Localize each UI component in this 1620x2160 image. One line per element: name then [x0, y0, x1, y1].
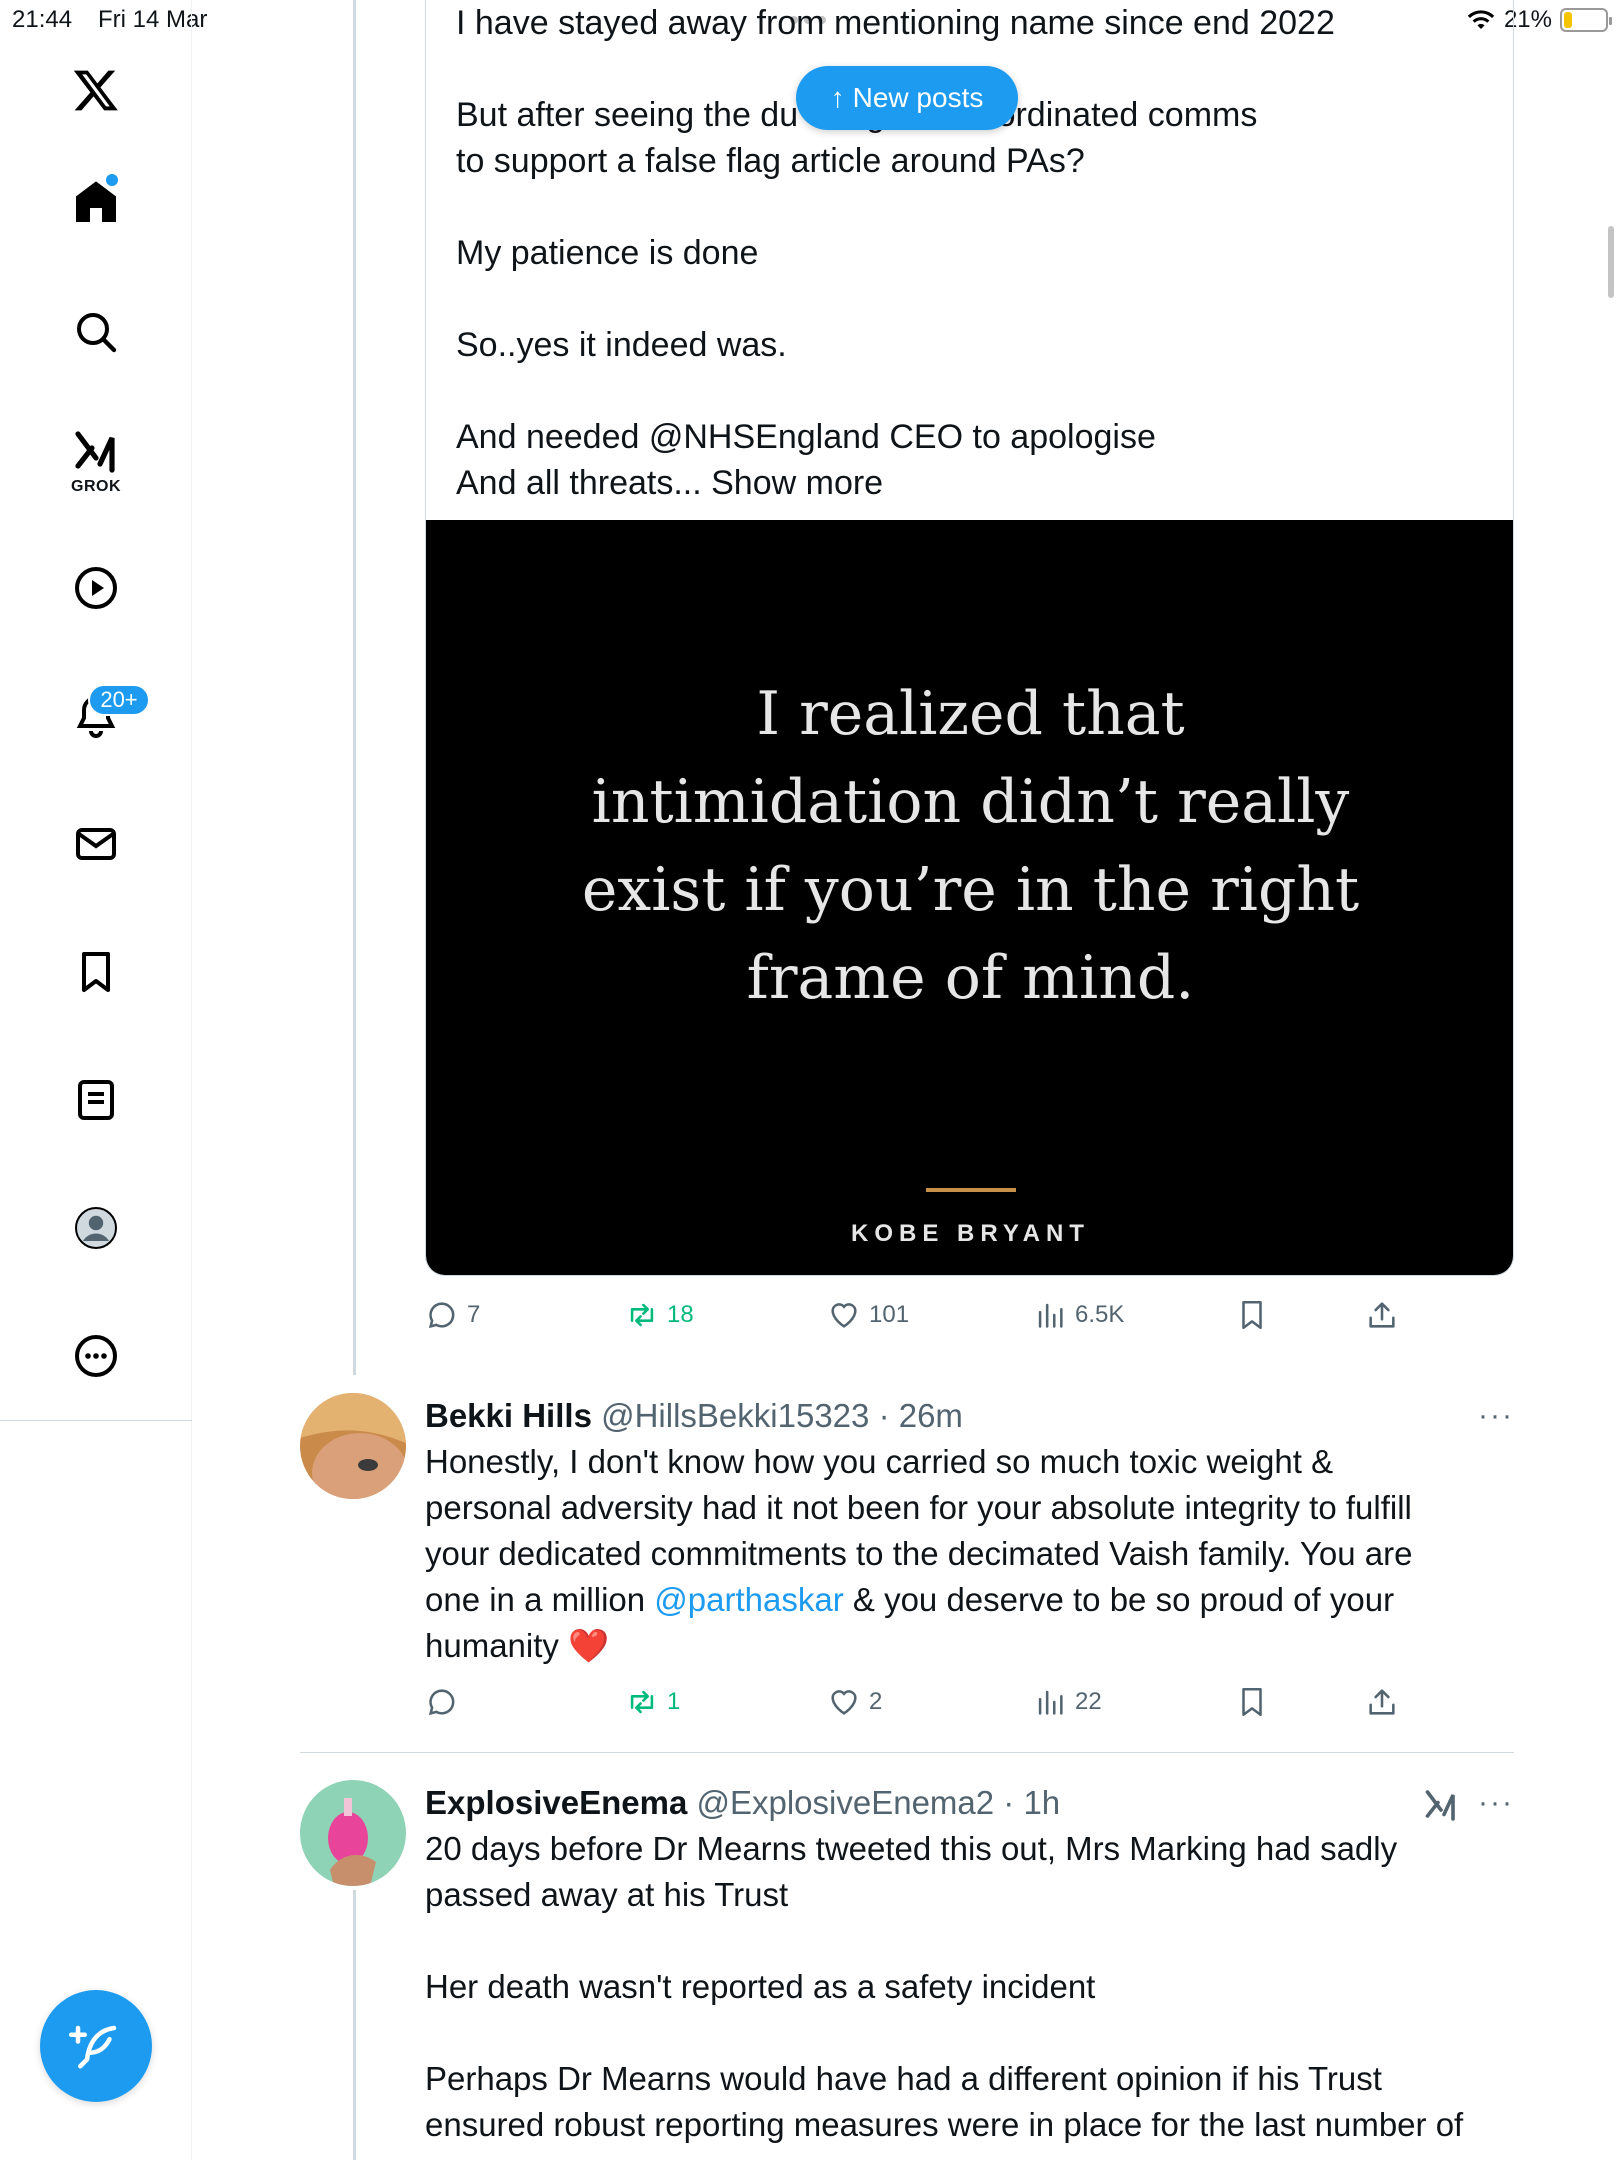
reply-text: 20 days before Dr Mearns tweeted this ou… — [425, 1830, 1464, 2143]
display-name[interactable]: Bekki Hills — [425, 1397, 592, 1434]
reply-actions: 1 2 22 — [425, 1678, 1425, 1726]
messages-icon[interactable] — [66, 814, 126, 874]
handle[interactable]: @HillsBekki15323 — [601, 1397, 869, 1434]
more-options-icon[interactable]: ··· — [1478, 1399, 1514, 1433]
reply-text: Honestly, I don't know how you carried s… — [425, 1439, 1500, 1669]
share-button[interactable] — [1365, 1678, 1399, 1726]
bookmarks-icon[interactable] — [66, 942, 126, 1002]
repost-count: 1 — [667, 1688, 681, 1715]
profile-icon[interactable] — [66, 1198, 126, 1258]
quoted-tweet-image[interactable]: I realized that intimidation didn’t real… — [426, 520, 1513, 1275]
like-button[interactable]: 101 — [827, 1291, 909, 1339]
x-logo[interactable] — [66, 60, 126, 120]
view-count: 22 — [1075, 1688, 1102, 1715]
repost-button[interactable]: 18 — [625, 1291, 694, 1339]
compose-button[interactable] — [40, 1990, 152, 2102]
reply-button[interactable] — [425, 1678, 467, 1726]
grok-label: GROK — [71, 478, 121, 495]
bookmark-button[interactable] — [1235, 1678, 1269, 1726]
video-icon[interactable] — [66, 558, 126, 618]
bookmark-icon — [1242, 1687, 1262, 1717]
lists-icon[interactable] — [66, 1070, 126, 1130]
image-divider — [926, 1188, 1016, 1192]
sidebar: GROK 20+ — [0, 0, 192, 2160]
share-icon — [1369, 1689, 1395, 1715]
share-button[interactable] — [1365, 1291, 1399, 1339]
heart-emoji: ❤️ — [568, 1627, 610, 1664]
reply-divider — [300, 1752, 1514, 1753]
grok-icon[interactable] — [66, 420, 126, 480]
bookmark-icon — [1242, 1300, 1262, 1330]
timestamp[interactable]: · 26m — [879, 1397, 963, 1434]
bookmark-button[interactable] — [1235, 1291, 1269, 1339]
notifications-badge: 20+ — [88, 684, 150, 716]
repost-count: 18 — [667, 1301, 694, 1328]
like-button[interactable]: 2 — [827, 1678, 882, 1726]
scrollbar[interactable] — [1608, 226, 1614, 298]
compose-feather-icon — [69, 2025, 117, 2069]
analytics-icon — [1038, 1690, 1063, 1715]
arrow-up-icon: ↑ — [830, 82, 845, 113]
heart-icon — [831, 1690, 857, 1715]
image-author: KOBE BRYANT — [851, 1220, 1090, 1247]
grok-icon[interactable] — [1423, 1786, 1459, 1822]
sidebar-divider — [0, 1420, 192, 1421]
reply-icon — [428, 1302, 455, 1329]
reply-icon — [428, 1689, 455, 1716]
reply-header: Bekki Hills @HillsBekki15323 · 26m — [425, 1393, 963, 1439]
analytics-icon — [1038, 1303, 1063, 1328]
views-button[interactable]: 22 — [1033, 1678, 1102, 1726]
search-icon[interactable] — [66, 302, 126, 362]
like-count: 2 — [869, 1688, 883, 1715]
reply-header: ExplosiveEnema @ExplosiveEnema2 · 1h — [425, 1780, 1060, 1826]
repost-icon — [630, 1303, 654, 1327]
handle[interactable]: @ExplosiveEnema2 — [696, 1784, 994, 1821]
image-quote-text: I realized that intimidation didn’t real… — [581, 679, 1360, 1013]
avatar[interactable] — [300, 1780, 406, 1886]
share-icon — [1369, 1302, 1395, 1328]
new-posts-label: New posts — [852, 82, 984, 113]
reply-count: 7 — [467, 1301, 481, 1328]
more-options-icon[interactable]: ··· — [1478, 1786, 1514, 1820]
timestamp[interactable]: · 1h — [1003, 1784, 1060, 1821]
reply-tweet[interactable]: ExplosiveEnema @ExplosiveEnema2 · 1h ···… — [300, 1780, 1514, 2160]
display-name[interactable]: ExplosiveEnema — [425, 1784, 687, 1821]
heart-icon — [831, 1303, 857, 1328]
more-icon[interactable] — [66, 1326, 126, 1386]
thread-line — [353, 0, 356, 1375]
repost-icon — [630, 1690, 654, 1714]
like-count: 101 — [869, 1301, 910, 1328]
quoted-tweet[interactable]: I have stayed away from mentioning name … — [425, 0, 1514, 1276]
reply-button[interactable]: 7 — [425, 1291, 480, 1339]
mention-link[interactable]: @parthaskar — [654, 1581, 843, 1618]
new-posts-button[interactable]: ↑ New posts — [796, 66, 1018, 130]
avatar[interactable] — [300, 1393, 406, 1499]
main-tweet-actions: 7 18 101 6.5K — [425, 1291, 1425, 1339]
battery-icon — [1560, 8, 1612, 32]
repost-button[interactable]: 1 — [625, 1678, 680, 1726]
view-count: 6.5K — [1075, 1301, 1125, 1328]
views-button[interactable]: 6.5K — [1033, 1291, 1124, 1339]
home-unread-dot — [106, 174, 118, 186]
